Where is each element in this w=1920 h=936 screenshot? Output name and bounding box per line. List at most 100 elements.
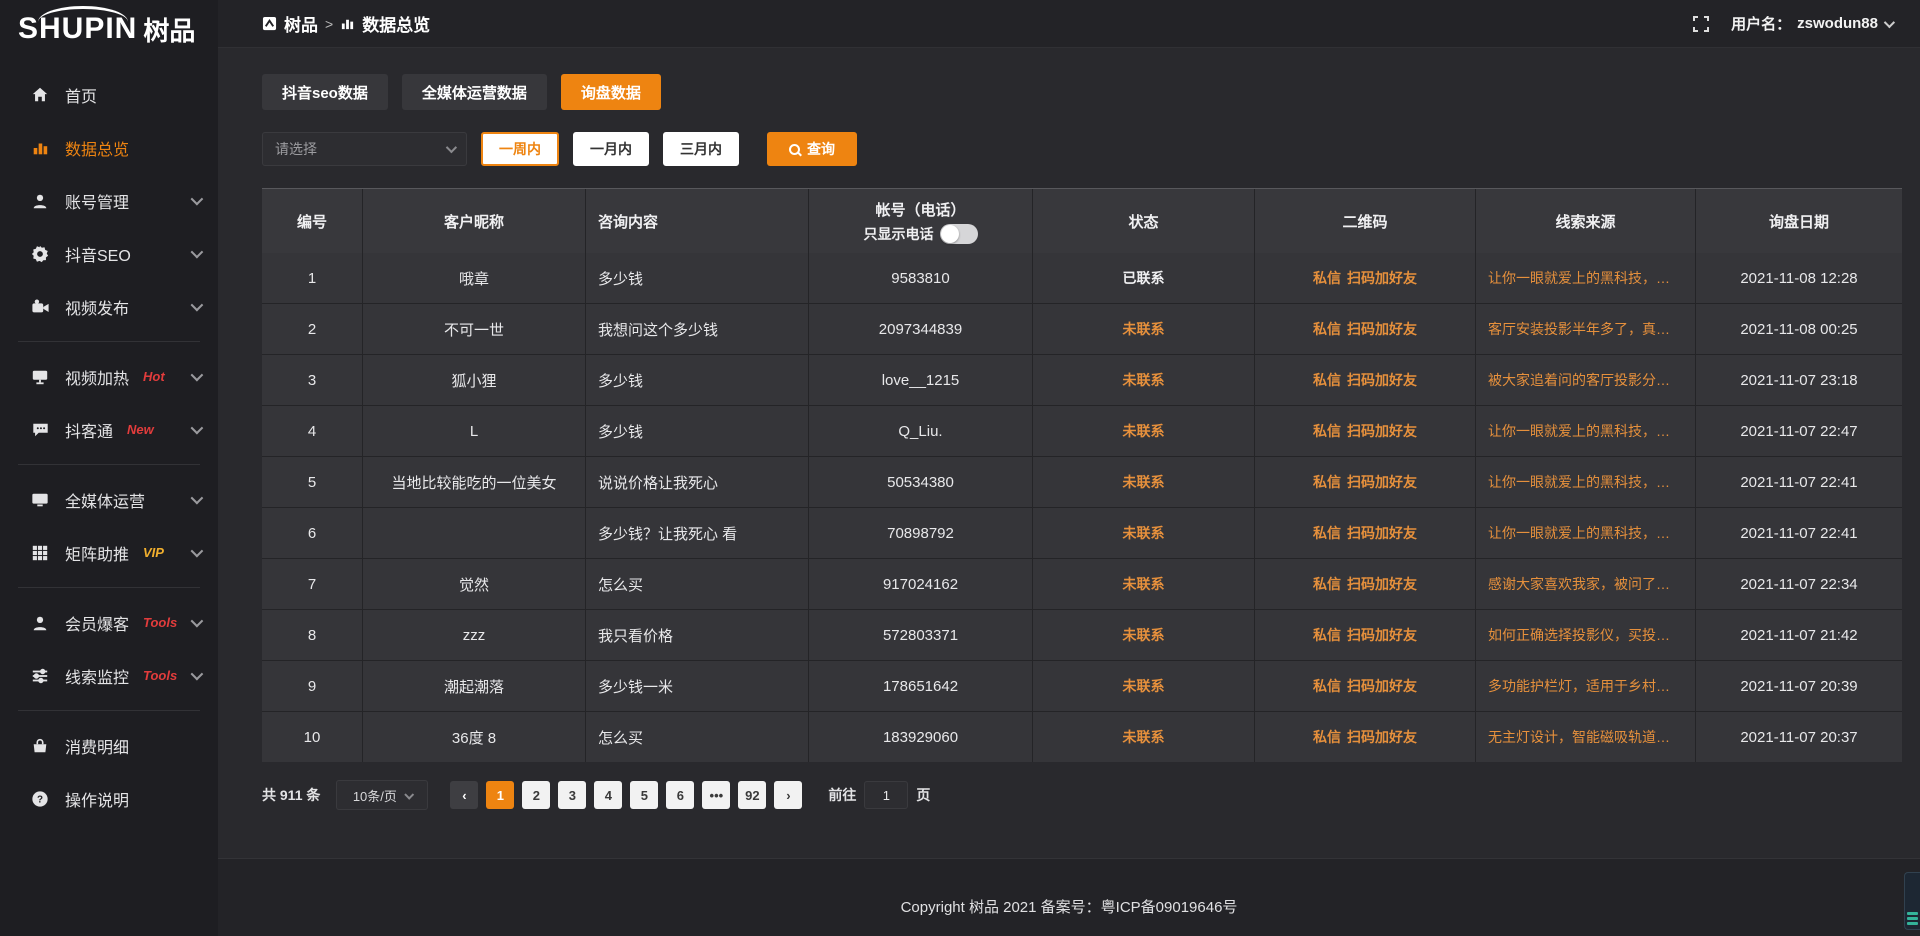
phone-only-toggle[interactable] xyxy=(940,224,978,244)
floating-widget[interactable] xyxy=(1904,872,1920,930)
filter-select[interactable]: 请选择 xyxy=(262,132,467,166)
private-message-link[interactable]: 私信 xyxy=(1313,574,1341,594)
scan-add-friend-link[interactable]: 扫码加好友 xyxy=(1347,268,1417,288)
status-badge: 未联系 xyxy=(1123,523,1165,543)
next-page-button[interactable]: › xyxy=(774,781,802,809)
pagination-total: 共 911 条 xyxy=(262,785,320,805)
private-message-link[interactable]: 私信 xyxy=(1313,421,1341,441)
sidebar-item-sliders[interactable]: 线索监控Tools xyxy=(0,649,218,702)
tab-1[interactable]: 抖音seo数据 xyxy=(262,74,388,110)
sidebar-item-label: 视频加热 xyxy=(65,365,129,389)
prev-page-button[interactable]: ‹ xyxy=(450,781,478,809)
private-message-link[interactable]: 私信 xyxy=(1313,727,1341,747)
scan-add-friend-link[interactable]: 扫码加好友 xyxy=(1347,523,1417,543)
scan-add-friend-link[interactable]: 扫码加好友 xyxy=(1347,727,1417,747)
cell-id: 9 xyxy=(262,661,362,711)
video-publish-icon xyxy=(30,297,50,317)
scan-add-friend-link[interactable]: 扫码加好友 xyxy=(1347,625,1417,645)
private-message-link[interactable]: 私信 xyxy=(1313,472,1341,492)
breadcrumb-separator: > xyxy=(325,16,333,32)
lead-source-link[interactable]: 让你一眼就爱上的黑科技，能… xyxy=(1488,421,1683,441)
scan-add-friend-link[interactable]: 扫码加好友 xyxy=(1347,421,1417,441)
sidebar-item-monitor-stand[interactable]: 视频加热 Hot xyxy=(0,350,218,403)
lead-source-link[interactable]: 如何正确选择投影仪，买投影… xyxy=(1488,625,1683,645)
cell-status: 未联系 xyxy=(1033,712,1254,762)
sidebar-item-home[interactable]: 首页 xyxy=(0,68,218,121)
column-header-4: 帐号（电话） 只显示电话 xyxy=(809,189,1032,253)
sidebar-item-question[interactable]: ?操作说明 xyxy=(0,772,218,825)
private-message-link[interactable]: 私信 xyxy=(1313,319,1341,339)
range-button-2[interactable]: 一月内 xyxy=(573,132,649,166)
page-ellipsis-button[interactable]: ••• xyxy=(702,781,730,809)
goto-page-input[interactable] xyxy=(864,781,908,809)
sidebar-item-badge: Tools xyxy=(143,615,177,630)
private-message-link[interactable]: 私信 xyxy=(1313,625,1341,645)
breadcrumb-root[interactable]: 树品 xyxy=(284,11,318,36)
range-button-1[interactable]: 一周内 xyxy=(481,132,559,166)
cell-content: 怎么买 xyxy=(586,559,808,609)
sidebar-item-gear[interactable]: 抖音SEO xyxy=(0,227,218,280)
sidebar-item-label: 数据总览 xyxy=(65,136,129,160)
page-button-1[interactable]: 1 xyxy=(486,781,514,809)
scan-add-friend-link[interactable]: 扫码加好友 xyxy=(1347,370,1417,390)
private-message-link[interactable]: 私信 xyxy=(1313,268,1341,288)
page-button-2[interactable]: 2 xyxy=(522,781,550,809)
cell-id: 10 xyxy=(262,712,362,762)
lead-source-link[interactable]: 多功能护栏灯，适用于乡村文… xyxy=(1488,676,1683,696)
page-button-3[interactable]: 3 xyxy=(558,781,586,809)
page-button-5[interactable]: 5 xyxy=(630,781,658,809)
goto-unit: 页 xyxy=(916,785,930,805)
chevron-down-icon xyxy=(191,492,204,505)
scan-add-friend-link[interactable]: 扫码加好友 xyxy=(1347,676,1417,696)
cell-nickname: 36度 8 xyxy=(363,712,585,762)
private-message-link[interactable]: 私信 xyxy=(1313,676,1341,696)
status-badge: 未联系 xyxy=(1123,472,1165,492)
sidebar-item-receipt[interactable]: 消费明细 xyxy=(0,719,218,772)
lead-source-link[interactable]: 让你一眼就爱上的黑科技，能… xyxy=(1488,472,1683,492)
cell-status: 未联系 xyxy=(1033,610,1254,660)
sidebar-item-chat[interactable]: 抖客通New xyxy=(0,403,218,456)
sidebar-item-user[interactable]: 账号管理 xyxy=(0,174,218,227)
sidebar-item-label: 操作说明 xyxy=(65,787,129,811)
scan-add-friend-link[interactable]: 扫码加好友 xyxy=(1347,574,1417,594)
lead-source-link[interactable]: 无主灯设计，智能磁吸轨道灯… xyxy=(1488,727,1683,747)
page-button-4[interactable]: 4 xyxy=(594,781,622,809)
scan-add-friend-link[interactable]: 扫码加好友 xyxy=(1347,472,1417,492)
lead-source-link[interactable]: 感谢大家喜欢我家，被问了好… xyxy=(1488,574,1683,594)
sidebar-item-video-publish[interactable]: 视频发布 xyxy=(0,280,218,333)
sidebar-item-bar-chart[interactable]: 数据总览 xyxy=(0,121,218,174)
scan-add-friend-link[interactable]: 扫码加好友 xyxy=(1347,319,1417,339)
monitor-stand-icon xyxy=(30,367,50,387)
cell-date: 2021-11-07 22:34 xyxy=(1696,559,1902,609)
lead-source-link[interactable]: 客厅安装投影半年多了，真实… xyxy=(1488,319,1683,339)
cell-account: love__1215 xyxy=(809,355,1032,405)
lead-source-link[interactable]: 让你一眼就爱上的黑科技，能… xyxy=(1488,268,1683,288)
cell-qr: 私信扫码加好友 xyxy=(1255,457,1475,507)
lead-source-link[interactable]: 让你一眼就爱上的黑科技，能… xyxy=(1488,523,1683,543)
cell-qr: 私信扫码加好友 xyxy=(1255,508,1475,558)
sidebar-divider xyxy=(18,587,200,588)
cell-nickname: 狐小狸 xyxy=(363,355,585,405)
sidebar-item-monitor[interactable]: 全媒体运营 xyxy=(0,473,218,526)
page-button-6[interactable]: 6 xyxy=(666,781,694,809)
grid-icon xyxy=(30,543,50,563)
search-button[interactable]: 查询 xyxy=(767,132,857,166)
tab-3[interactable]: 询盘数据 xyxy=(561,74,661,110)
data-tabs: 抖音seo数据全媒体运营数据询盘数据 xyxy=(262,74,1902,110)
private-message-link[interactable]: 私信 xyxy=(1313,370,1341,390)
page-button-92[interactable]: 92 xyxy=(738,781,766,809)
chevron-down-icon xyxy=(191,668,204,681)
sidebar-item-label: 线索监控 xyxy=(65,664,129,688)
column-header-5: 状态 xyxy=(1033,189,1254,253)
range-button-3[interactable]: 三月内 xyxy=(663,132,739,166)
private-message-link[interactable]: 私信 xyxy=(1313,523,1341,543)
sidebar-item-member[interactable]: 会员爆客Tools xyxy=(0,596,218,649)
user-menu[interactable]: 用户名：zswodun88 xyxy=(1731,13,1892,34)
sidebar-item-badge: Hot xyxy=(143,369,165,384)
cell-account: 9583810 xyxy=(809,253,1032,303)
page-size-select[interactable]: 10条/页 xyxy=(336,780,428,810)
sidebar-item-grid[interactable]: 矩阵助推VIP xyxy=(0,526,218,579)
fullscreen-icon[interactable] xyxy=(1693,16,1709,32)
tab-2[interactable]: 全媒体运营数据 xyxy=(402,74,547,110)
lead-source-link[interactable]: 被大家追着问的客厅投影分享… xyxy=(1488,370,1683,390)
